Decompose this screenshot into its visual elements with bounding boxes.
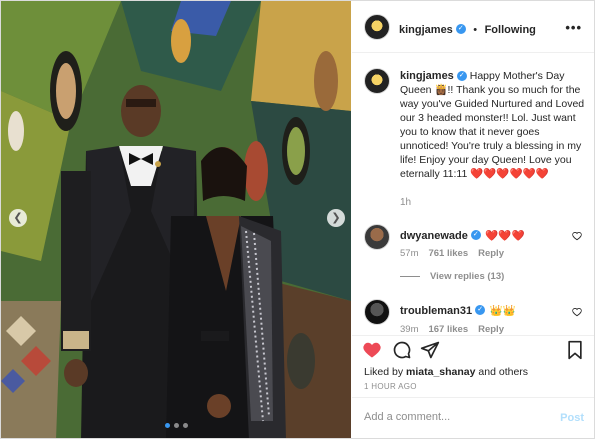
verified-badge-icon: ✓ bbox=[455, 23, 466, 34]
comment-time: 57m bbox=[400, 248, 419, 259]
post-sidebar: kingjames ✓ • Following ••• kingjames ✓ Ha… bbox=[352, 1, 594, 438]
author-line: kingjames ✓ • Following bbox=[399, 20, 536, 38]
share-icon[interactable] bbox=[420, 340, 440, 360]
add-comment-input[interactable] bbox=[364, 411, 544, 423]
comment-item: troubleman31 ✓ 👑👑 bbox=[400, 301, 570, 319]
comment-text: 👑👑 bbox=[489, 305, 516, 317]
verified-badge-icon: ✓ bbox=[470, 229, 481, 240]
comment-item: dwyanewade ✓ ❤️❤️❤️ bbox=[400, 226, 570, 244]
separator-dot: • bbox=[473, 24, 478, 36]
liked-by-prefix: Liked by bbox=[364, 366, 404, 378]
post-comment-button[interactable]: Post bbox=[560, 412, 584, 424]
view-replies-label: View replies (13) bbox=[430, 271, 505, 282]
comment-time: 39m bbox=[400, 324, 419, 335]
verified-badge-icon: ✓ bbox=[456, 71, 467, 82]
like-comment-heart-icon[interactable] bbox=[572, 231, 582, 241]
comment-meta: 39m 167 likes Reply bbox=[400, 324, 514, 335]
comments-section[interactable]: kingjames ✓ Happy Mother's Day Queen 👸🏾!!… bbox=[352, 54, 594, 335]
post-caption: kingjames ✓ Happy Mother's Day Queen 👸🏾!!… bbox=[400, 69, 586, 181]
chevron-right-icon: ❯ bbox=[331, 212, 341, 224]
photo-illustration bbox=[1, 1, 351, 438]
comment-username[interactable]: dwyanewade bbox=[400, 230, 468, 242]
author-avatar[interactable] bbox=[364, 14, 390, 40]
more-options-icon[interactable]: ••• bbox=[565, 20, 582, 35]
instagram-post: ❮ ❯ kingjames ✓ • Following ••• kingjame… bbox=[0, 0, 595, 439]
chevron-left-icon: ❮ bbox=[13, 212, 23, 224]
comment-likes[interactable]: 167 likes bbox=[428, 324, 468, 335]
liked-by-suffix[interactable]: and others bbox=[478, 366, 528, 378]
bookmark-icon[interactable] bbox=[566, 340, 584, 360]
post-photo[interactable]: ❮ ❯ bbox=[1, 1, 351, 438]
reply-button[interactable]: Reply bbox=[478, 248, 504, 259]
liked-heart-icon[interactable] bbox=[362, 340, 382, 360]
comment-avatar[interactable] bbox=[364, 224, 390, 250]
caption-text: Happy Mother's Day Queen 👸🏾!! Thank you … bbox=[400, 70, 585, 180]
comment-avatar[interactable] bbox=[364, 299, 390, 325]
caption-timestamp: 1h bbox=[400, 197, 412, 208]
caption-author-username[interactable]: kingjames bbox=[400, 70, 454, 82]
view-replies-button[interactable]: View replies (13) bbox=[400, 271, 514, 282]
like-comment-heart-icon[interactable] bbox=[572, 307, 582, 317]
following-button[interactable]: Following bbox=[485, 24, 536, 36]
liked-by-summary: Liked by miata_shanay and others bbox=[364, 366, 528, 378]
comment-likes[interactable]: 761 likes bbox=[428, 248, 468, 259]
add-comment-bar: Post bbox=[352, 397, 594, 438]
previous-slide-button[interactable]: ❮ bbox=[9, 209, 27, 227]
verified-badge-icon: ✓ bbox=[475, 304, 486, 315]
comment-text: ❤️❤️❤️ bbox=[485, 230, 525, 242]
post-time-ago[interactable]: 1 HOUR AGO bbox=[364, 382, 417, 391]
post-header: kingjames ✓ • Following ••• bbox=[352, 1, 594, 53]
caption-author-avatar[interactable] bbox=[364, 68, 390, 94]
replies-divider bbox=[400, 275, 420, 277]
comment-icon[interactable] bbox=[392, 340, 412, 360]
comment-username[interactable]: troubleman31 bbox=[400, 305, 472, 317]
liked-by-user[interactable]: miata_shanay bbox=[406, 366, 475, 378]
post-actions: Liked by miata_shanay and others 1 HOUR … bbox=[352, 335, 594, 397]
reply-button[interactable]: Reply bbox=[478, 324, 504, 335]
author-username[interactable]: kingjames bbox=[399, 24, 453, 36]
carousel-dot-2 bbox=[173, 423, 179, 428]
comment-meta: 57m 761 likes Reply bbox=[400, 248, 514, 259]
carousel-dot-3 bbox=[182, 423, 188, 428]
carousel-indicator bbox=[1, 423, 351, 428]
carousel-dot-1 bbox=[164, 423, 170, 428]
next-slide-button[interactable]: ❯ bbox=[327, 209, 345, 227]
